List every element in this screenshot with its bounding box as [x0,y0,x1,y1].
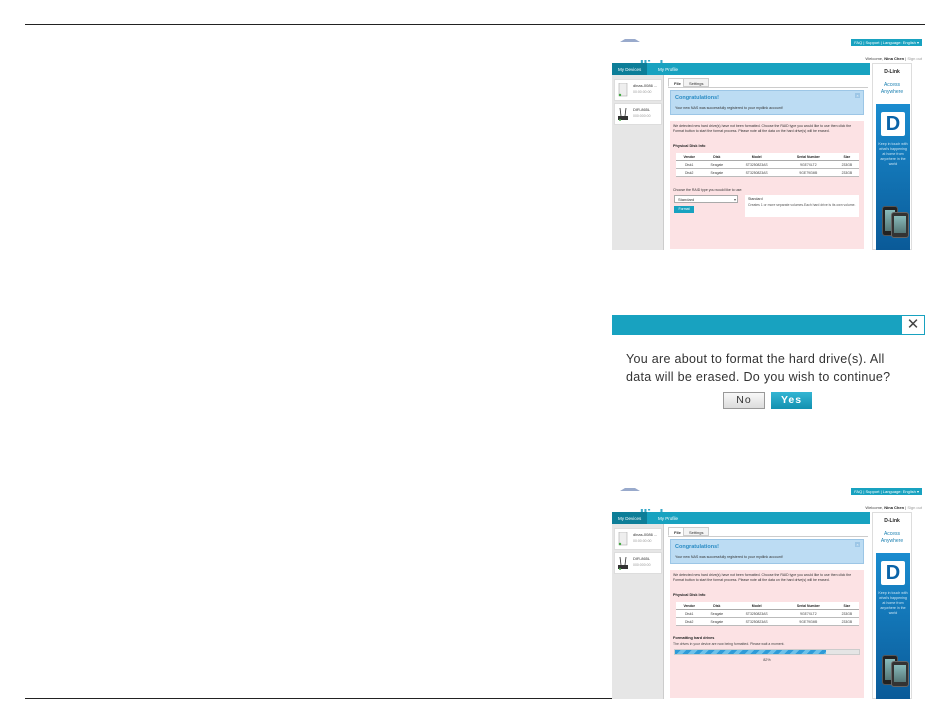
file-panel: Congratulations! Your new NAS was succes… [668,536,868,699]
format-progress-bar [674,649,860,655]
congrats-banner: Congratulations! Your new NAS was succes… [670,90,864,115]
progress-fill [675,650,826,654]
screenshot-raid-setup: mydlink FAQ | Support | Language: Englis… [612,39,925,250]
detect-text: We detected new hard drive(s) have not b… [673,573,852,582]
router-device-icon [618,556,628,570]
dlink-d-icon: D [881,561,905,585]
disk-table: Vendor Disk Model Serial Number Size Disk1 Se… [676,153,859,177]
device-list: dlnas-0086 ... 00:00:00:00 DIR-865L 000:… [612,524,664,699]
yes-button[interactable]: Yes [771,392,812,409]
physical-disk-label: Physical Disk Info [673,144,706,148]
phone-icon [891,212,909,238]
nav-my-devices[interactable]: My Devices [612,63,648,75]
disk-table: Vendor Disk Model Serial Number Size Disk1 Se… [676,602,859,626]
tab-settings[interactable]: Settings [683,78,710,87]
raid-type-select[interactable]: Standard ▾ [674,195,738,203]
chevron-down-icon: ▾ [733,197,736,202]
welcome-text: Welcome, Nina Chen | Sign out [865,505,922,510]
device-item-router[interactable]: DIR-865L 000:000:00 [614,552,662,574]
table-row: Disk2 Seagate ST3250823AS 9GE79GM5 233GB [676,168,859,177]
table-row: Disk1 Seagate ST3250823AS 9GE7XLT2 233GB [676,160,859,169]
screenshot-formatting: mydlink FAQ | Support | Language: Englis… [612,488,925,699]
raid-description: Standard Creates 1 or more separate volu… [745,195,859,217]
dlink-ad-banner[interactable]: D-Link Access Anywhere D Keep in touch wi… [872,63,912,250]
welcome-text: Welcome, Nina Chen | Sign out [865,56,922,61]
device-item-router[interactable]: DIR-865L 000:000:00 [614,103,662,125]
table-row: Disk1 Seagate ST3250823AS 9GE7XLT2 233GB [676,609,859,618]
sign-out-link[interactable]: Sign out [907,505,922,510]
nav-bar: My Devices My Profile [612,63,870,75]
format-panel: We detected new hard drive(s) have not b… [670,570,864,698]
close-icon[interactable]: × [855,542,860,547]
top-rule [25,24,925,25]
format-panel: We detected new hard drive(s) have not b… [670,121,864,249]
dialog-title-bar [612,315,925,335]
raid-choose-label: Choose the RAID type you would like to u… [673,188,743,192]
device-list: dlnas-0086 ... 00:00:00:00 DIR-865L 000:… [612,75,664,250]
nas-device-icon [618,532,628,546]
nas-device-icon [618,83,628,97]
sign-out-link[interactable]: Sign out [907,56,922,61]
no-button[interactable]: No [723,392,765,409]
table-row: Disk2 Seagate ST3250823AS 9GE79GM5 233GB [676,617,859,626]
dialog-message: You are about to format the hard drive(s… [626,352,891,384]
formatting-label: Formatting hard drives [673,636,715,640]
nav-bar: My Devices My Profile [612,512,870,524]
device-item-nas[interactable]: dlnas-0086 ... 00:00:00:00 [614,79,662,101]
device-item-nas[interactable]: dlnas-0086 ... 00:00:00:00 [614,528,662,550]
close-icon[interactable]: ✕ [901,315,925,335]
nav-my-profile[interactable]: My Profile [652,65,684,74]
detect-text: We detected new hard drive(s) have not b… [673,124,852,133]
top-links[interactable]: FAQ | Support | Language: English ▾ [851,488,922,495]
router-device-icon [618,107,628,121]
dlink-d-icon: D [881,112,905,136]
formatting-note: The drives in your device are now being … [673,642,785,646]
physical-disk-label: Physical Disk Info [673,593,706,597]
top-links[interactable]: FAQ | Support | Language: English ▾ [851,39,922,46]
dlink-ad-banner[interactable]: D-Link Access Anywhere D Keep in touch wi… [872,512,912,699]
congrats-banner: Congratulations! Your new NAS was succes… [670,539,864,564]
nav-my-profile[interactable]: My Profile [652,514,684,523]
nav-my-devices[interactable]: My Devices [612,512,648,524]
format-confirm-dialog: ✕ You are about to format the hard drive… [612,315,925,427]
close-icon[interactable]: × [855,93,860,98]
file-panel: Congratulations! Your new NAS was succes… [668,87,868,250]
progress-percent: 82% [763,658,771,662]
tab-settings[interactable]: Settings [683,527,710,536]
phone-icon [891,661,909,687]
format-button[interactable]: Format [674,206,694,213]
